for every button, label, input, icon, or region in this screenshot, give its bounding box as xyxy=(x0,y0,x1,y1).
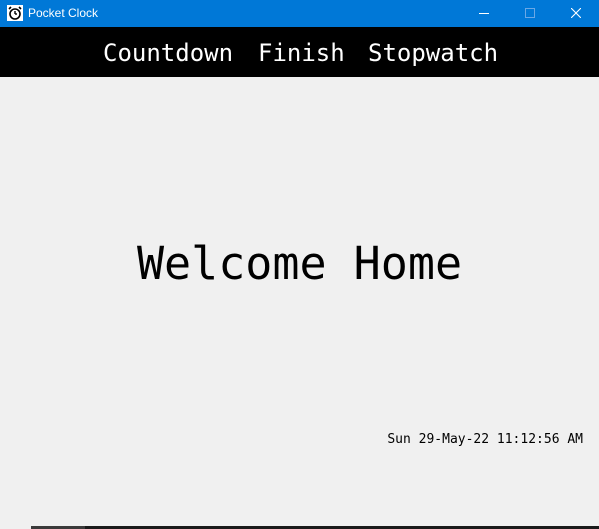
app-window: Pocket Clock Countdown Finish Stopwatch … xyxy=(0,0,599,529)
maximize-button[interactable] xyxy=(507,0,553,27)
minimize-button[interactable] xyxy=(461,0,507,27)
maximize-icon xyxy=(525,8,535,18)
minimize-icon xyxy=(479,13,489,14)
menu-item-stopwatch[interactable]: Stopwatch xyxy=(368,38,498,68)
welcome-heading: Welcome Home xyxy=(136,237,463,290)
close-button[interactable] xyxy=(553,0,599,27)
alarm-clock-icon xyxy=(7,5,23,21)
menu-bar: Countdown Finish Stopwatch xyxy=(0,27,599,77)
window-title: Pocket Clock xyxy=(28,6,99,20)
close-icon xyxy=(571,8,581,18)
current-datetime: Sun 29-May-22 11:12:56 AM xyxy=(387,432,583,447)
title-bar[interactable]: Pocket Clock xyxy=(0,0,599,27)
menu-item-finish[interactable]: Finish xyxy=(258,38,345,68)
menu-item-countdown[interactable]: Countdown xyxy=(103,38,233,68)
